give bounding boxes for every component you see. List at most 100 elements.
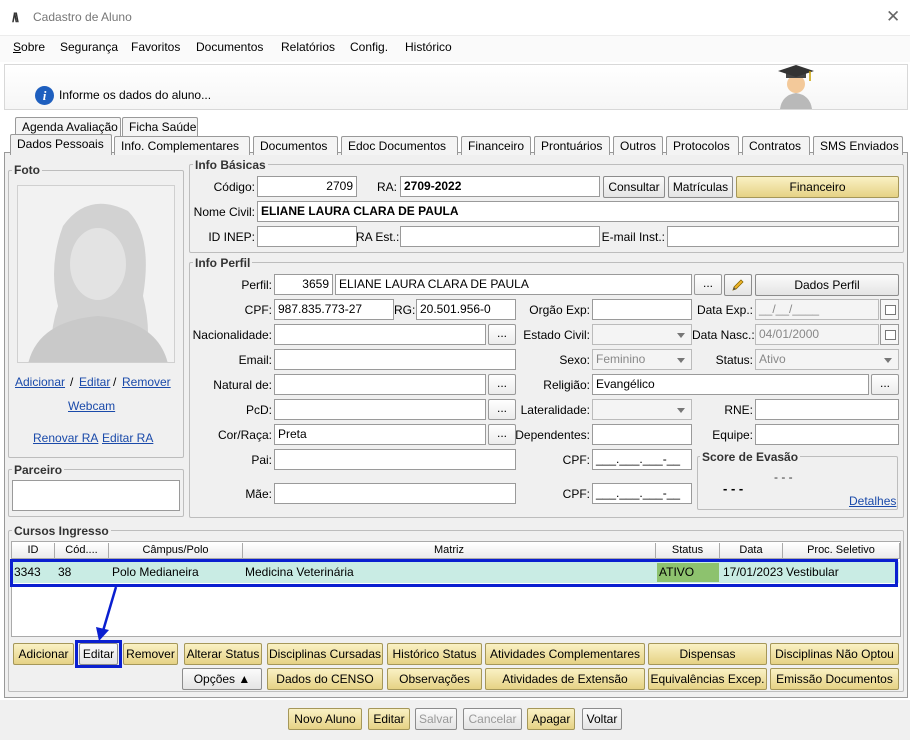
codigo-field[interactable]: 2709 — [257, 176, 357, 197]
cpf-pai-field[interactable]: ___.___.___-__ — [592, 449, 692, 470]
parceiro-field[interactable] — [12, 480, 180, 511]
orgao-exp-field[interactable] — [592, 299, 692, 320]
data-exp-field[interactable]: __/__/____ — [755, 299, 879, 320]
perfil-edit-button[interactable] — [724, 274, 752, 296]
tab-ficha-saude[interactable]: Ficha Saúde — [122, 117, 198, 136]
webcam-link[interactable]: Webcam — [68, 399, 115, 413]
editar-aluno-button[interactable]: Editar — [368, 708, 410, 730]
pcd-field[interactable] — [274, 399, 486, 420]
novo-aluno-button[interactable]: Novo Aluno — [288, 708, 362, 730]
dispensas-button[interactable]: Dispensas — [648, 643, 767, 665]
voltar-button[interactable]: Voltar — [582, 708, 622, 730]
tab-protocolos[interactable]: Protocolos — [666, 136, 739, 155]
religiao-field[interactable]: Evangélico — [592, 374, 869, 395]
sexo-select[interactable]: Feminino — [592, 349, 692, 370]
historico-status-button[interactable]: Histórico Status — [387, 643, 482, 665]
emissao-documentos-button[interactable]: Emissão Documentos — [770, 668, 899, 690]
window-title: Cadastro de Aluno — [33, 10, 132, 24]
pcd-search-button[interactable]: ... — [488, 399, 516, 420]
perfil-id-field[interactable]: 3659 — [274, 274, 333, 295]
score-detalhes-link[interactable]: Detalhes — [849, 494, 896, 508]
natural-de-field[interactable] — [274, 374, 486, 395]
alterar-status-button[interactable]: Alterar Status — [184, 643, 262, 665]
rne-field[interactable] — [755, 399, 899, 420]
nome-civil-field[interactable]: ELIANE LAURA CLARA DE PAULA — [257, 201, 899, 222]
financeiro-button[interactable]: Financeiro — [736, 176, 899, 198]
equivalencias-button[interactable]: Equivalências Excep. — [648, 668, 767, 690]
menu-documentos[interactable]: Documentos — [196, 40, 263, 54]
tab-prontuarios[interactable]: Prontuários — [534, 136, 610, 155]
menu-sobre[interactable]: Sobre — [13, 40, 45, 54]
nacionalidade-search-button[interactable]: ... — [488, 324, 516, 345]
close-icon[interactable]: ✕ — [886, 7, 900, 27]
foto-adicionar-link[interactable]: Adicionar — [15, 375, 65, 389]
opcoes-button[interactable]: Opções ▲ — [182, 668, 262, 690]
menu-config[interactable]: Config. — [350, 40, 388, 54]
column-header-status[interactable]: Status — [656, 543, 720, 559]
email-field[interactable] — [274, 349, 516, 370]
calendar-icon[interactable] — [880, 299, 899, 320]
dados-censo-button[interactable]: Dados do CENSO — [267, 668, 383, 690]
curso-remover-button[interactable]: Remover — [123, 643, 178, 665]
tab-contratos[interactable]: Contratos — [742, 136, 810, 155]
tab-info-complementares[interactable]: Info. Complementares — [114, 136, 250, 155]
cpf-mae-field[interactable]: ___.___.___-__ — [592, 483, 692, 504]
column-header-data[interactable]: Data — [720, 543, 783, 559]
editar-ra-link[interactable]: Editar RA — [102, 431, 153, 445]
editar-highlight-box — [75, 640, 122, 668]
pai-field[interactable] — [274, 449, 516, 470]
menu-historico[interactable]: Histórico — [405, 40, 452, 54]
column-header-id[interactable]: ID — [12, 543, 55, 559]
disciplinas-cursadas-button[interactable]: Disciplinas Cursadas — [267, 643, 383, 665]
dados-perfil-button[interactable]: Dados Perfil — [755, 274, 899, 296]
ra-field[interactable]: 2709-2022 — [400, 176, 600, 197]
cor-raca-field[interactable]: Preta — [274, 424, 486, 445]
app-logo-icon: /\\ — [12, 10, 19, 25]
cancelar-button[interactable]: Cancelar — [463, 708, 522, 730]
atividades-complementares-button[interactable]: Atividades Complementares — [485, 643, 645, 665]
column-header-cod[interactable]: Cód.... — [55, 543, 109, 559]
column-header-matriz[interactable]: Matriz — [243, 543, 656, 559]
calendar-icon[interactable] — [880, 324, 899, 345]
ra-est-field[interactable] — [400, 226, 600, 247]
menu-relatorios[interactable]: Relatórios — [281, 40, 335, 54]
tab-documentos[interactable]: Documentos — [253, 136, 338, 155]
tab-dados-pessoais[interactable]: Dados Pessoais — [10, 134, 112, 155]
rg-field[interactable]: 20.501.956-0 — [416, 299, 516, 320]
disciplinas-nao-optou-button[interactable]: Disciplinas Não Optou — [770, 643, 899, 665]
tab-edoc-documentos[interactable]: Edoc Documentos — [341, 136, 458, 155]
perfil-search-button[interactable]: ... — [694, 274, 722, 295]
lateralidade-select[interactable] — [592, 399, 692, 420]
nacionalidade-field[interactable] — [274, 324, 486, 345]
salvar-button[interactable]: Salvar — [415, 708, 457, 730]
consultar-button[interactable]: Consultar — [603, 176, 665, 198]
estado-civil-select[interactable] — [592, 324, 692, 345]
apagar-button[interactable]: Apagar — [527, 708, 575, 730]
column-header-campus[interactable]: Câmpus/Polo — [109, 543, 243, 559]
matriculas-button[interactable]: Matrículas — [668, 176, 733, 198]
foto-remover-link[interactable]: Remover — [122, 375, 171, 389]
mae-field[interactable] — [274, 483, 516, 504]
email-inst-field[interactable] — [667, 226, 899, 247]
id-inep-field[interactable] — [257, 226, 357, 247]
renovar-ra-link[interactable]: Renovar RA — [33, 431, 98, 445]
foto-editar-link[interactable]: Editar — [79, 375, 110, 389]
dependentes-field[interactable] — [592, 424, 692, 445]
observacoes-button[interactable]: Observações — [387, 668, 482, 690]
data-nasc-field[interactable]: 04/01/2000 — [755, 324, 879, 345]
info-perfil-title: Info Perfil — [193, 256, 253, 270]
curso-adicionar-button[interactable]: Adicionar — [13, 643, 74, 665]
column-header-proc-seletivo[interactable]: Proc. Seletivo — [783, 543, 900, 559]
equipe-field[interactable] — [755, 424, 899, 445]
atividades-extensao-button[interactable]: Atividades de Extensão — [485, 668, 645, 690]
menu-seguranca[interactable]: Segurança — [60, 40, 118, 54]
status-select[interactable]: Ativo — [755, 349, 899, 370]
tab-outros[interactable]: Outros — [613, 136, 663, 155]
tab-financeiro[interactable]: Financeiro — [461, 136, 531, 155]
tab-sms-enviados[interactable]: SMS Enviados — [813, 136, 903, 155]
menu-favoritos[interactable]: Favoritos — [131, 40, 180, 54]
religiao-search-button[interactable]: ... — [871, 374, 899, 395]
cpf-field[interactable]: 987.835.773-27 — [274, 299, 394, 320]
perfil-nome-field[interactable]: ELIANE LAURA CLARA DE PAULA — [335, 274, 692, 295]
natural-de-search-button[interactable]: ... — [488, 374, 516, 395]
